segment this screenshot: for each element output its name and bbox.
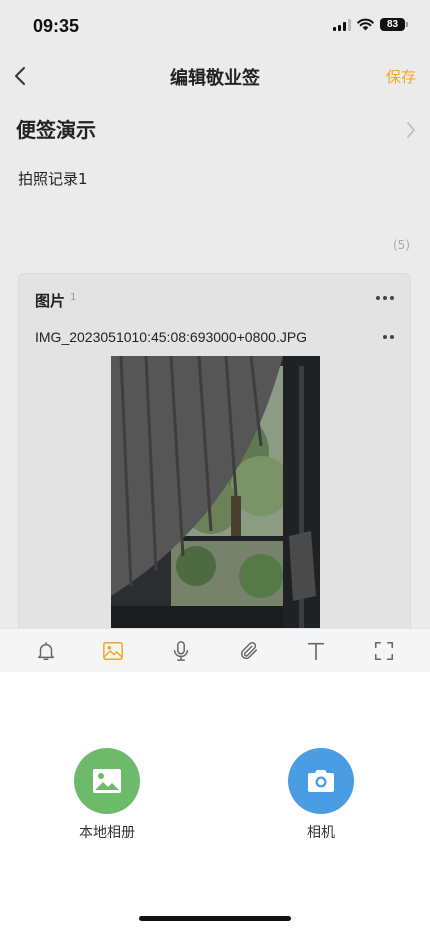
chevron-right-icon (407, 122, 415, 138)
nav-bar: 编辑敬业签 保存 (0, 54, 430, 98)
camera-circle (288, 748, 354, 814)
note-body[interactable]: 拍照记录1 (18, 168, 88, 189)
tool-fullscreen[interactable] (366, 633, 402, 669)
camera-icon (308, 770, 334, 792)
attachment-count: 1 (70, 292, 77, 303)
album-circle (74, 748, 140, 814)
text-icon (308, 642, 325, 660)
home-indicator[interactable] (139, 916, 291, 921)
tool-image[interactable] (95, 633, 131, 669)
image-source-picker: 本地相册 相机 (0, 672, 430, 930)
local-album-label: 本地相册 (79, 825, 135, 841)
camera-button[interactable]: 相机 (266, 748, 376, 842)
file-more-button[interactable] (383, 335, 394, 339)
editor-toolbar (0, 628, 430, 672)
attachment-header: 图片 1 (35, 290, 76, 311)
gallery-icon (93, 769, 121, 793)
camera-label: 相机 (307, 825, 335, 841)
card-more-button[interactable] (376, 296, 394, 300)
tool-attachment[interactable] (231, 633, 267, 669)
char-count: (5) (393, 238, 410, 252)
status-time: 09:35 (33, 16, 80, 36)
status-bar: 09:35 83 (0, 0, 430, 54)
cellular-signal-icon (333, 18, 351, 31)
tool-reminder[interactable] (28, 633, 64, 669)
page-title: 编辑敬业签 (170, 68, 260, 89)
wifi-icon (357, 18, 374, 31)
attachment-card: 图片 1 IMG_2023051010:45:08:693000+0800.JPG (18, 273, 411, 633)
paperclip-icon (240, 641, 257, 659)
microphone-icon (173, 640, 189, 661)
local-album-button[interactable]: 本地相册 (52, 748, 162, 842)
bell-icon (37, 641, 54, 660)
battery-icon: 83 (380, 18, 408, 31)
note-title-row[interactable]: 便签演示 (16, 112, 416, 148)
save-button[interactable]: 保存 (386, 66, 416, 87)
tool-text-format[interactable] (298, 633, 334, 669)
attachment-header-label: 图片 (35, 292, 66, 310)
photo-thumbnail[interactable] (111, 356, 320, 633)
note-title: 便签演示 (16, 118, 96, 142)
status-icons: 83 (333, 18, 408, 31)
battery-level: 83 (380, 18, 405, 31)
image-icon (103, 641, 124, 660)
fullscreen-icon (375, 641, 394, 660)
tool-voice[interactable] (163, 633, 199, 669)
file-name: IMG_2023051010:45:08:693000+0800.JPG (35, 329, 308, 345)
